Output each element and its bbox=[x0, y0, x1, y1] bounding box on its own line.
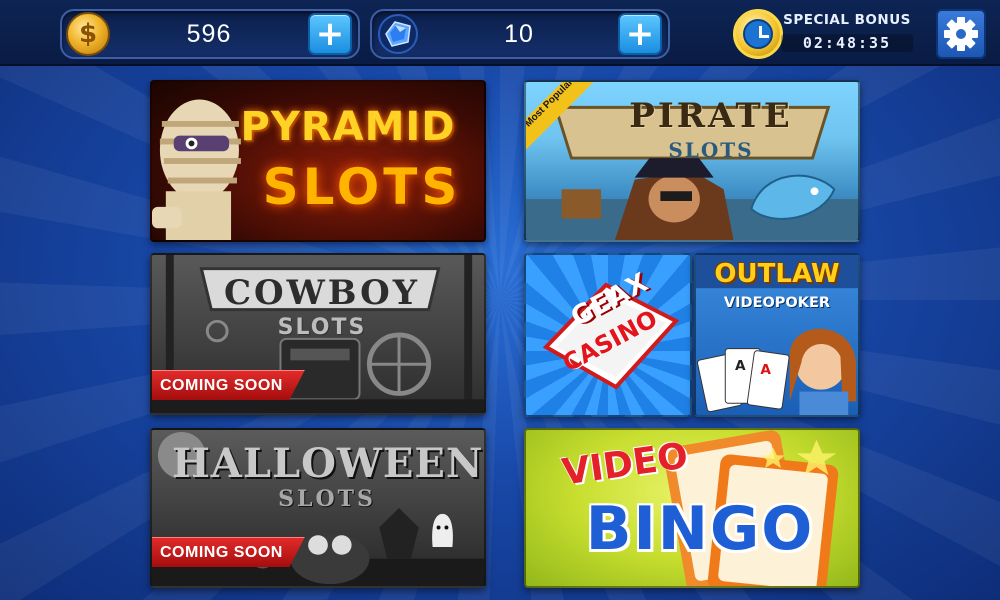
game-subtitle: SLOTS bbox=[262, 158, 462, 216]
coming-soon-badge: COMING SOON bbox=[152, 537, 305, 567]
game-subtitle: VIDEOPOKER bbox=[723, 295, 831, 311]
coins-amount: 596 bbox=[186, 20, 232, 48]
settings-button[interactable] bbox=[936, 9, 986, 59]
svg-text:A: A bbox=[760, 362, 771, 378]
game-tile-halloween-slots[interactable]: HALLOWEEN SLOTS COMING SOON bbox=[150, 428, 486, 588]
gem-icon bbox=[378, 14, 418, 54]
game-title: HALLOWEEN bbox=[172, 440, 484, 487]
game-subtitle: SLOTS bbox=[278, 486, 376, 512]
game-subtitle: SLOTS bbox=[277, 315, 367, 340]
game-subtitle: SLOTS bbox=[668, 138, 754, 162]
add-coins-button[interactable]: + bbox=[308, 13, 352, 55]
game-subtitle: BINGO bbox=[585, 494, 815, 564]
add-gems-button[interactable]: + bbox=[618, 13, 662, 55]
game-title: PIRATE bbox=[629, 96, 793, 136]
gems-balance: 10 + bbox=[370, 9, 670, 59]
gems-amount: 10 bbox=[504, 20, 534, 48]
top-bar: $ 596 + 10 + SPECIAL BONUS 02:48:35 bbox=[0, 0, 1000, 66]
clock-icon bbox=[733, 9, 783, 59]
special-bonus-timer: 02:48:35 bbox=[781, 34, 913, 52]
game-tile-outlaw-videopoker[interactable]: A A OUTLAW VIDEOPOKER bbox=[694, 253, 860, 417]
game-tile-video-bingo[interactable]: VIDEO BINGO bbox=[524, 428, 860, 588]
game-tile-cowboy-slots[interactable]: COWBOY SLOTS COMING SOON bbox=[150, 253, 486, 415]
game-title: PYRAMID bbox=[240, 104, 456, 150]
game-title: OUTLAW bbox=[714, 259, 840, 289]
game-tile-pyramid-slots[interactable]: PYRAMID SLOTS bbox=[150, 80, 486, 242]
special-bonus[interactable]: SPECIAL BONUS 02:48:35 bbox=[733, 9, 915, 59]
coming-soon-badge: COMING SOON bbox=[152, 370, 305, 400]
special-bonus-label: SPECIAL BONUS bbox=[783, 12, 911, 28]
svg-text:A: A bbox=[735, 358, 746, 374]
game-title: COWBOY bbox=[223, 273, 421, 313]
coins-balance: $ 596 + bbox=[60, 9, 360, 59]
game-tile-pirate-slots[interactable]: PIRATE SLOTS Most Popular bbox=[524, 80, 860, 242]
gear-icon bbox=[944, 17, 978, 51]
coin-icon: $ bbox=[66, 12, 110, 56]
game-tile-geax-casino[interactable]: GEAX CASINO bbox=[524, 253, 692, 417]
